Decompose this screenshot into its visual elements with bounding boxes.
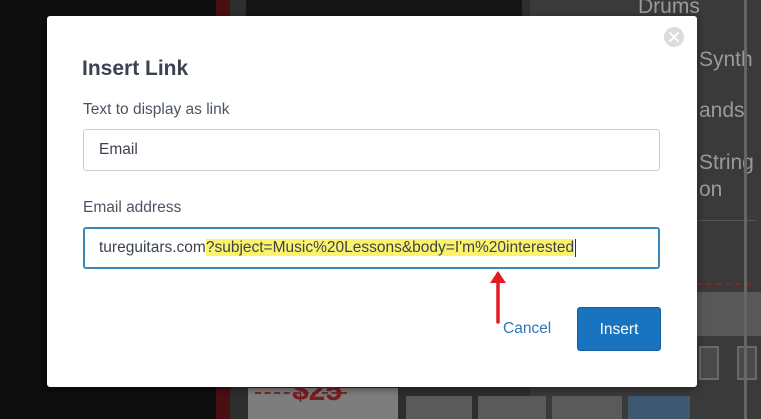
- background-input-block: [697, 292, 761, 336]
- red-arrow-icon: [490, 271, 506, 324]
- email-address-input[interactable]: tureguitars.com?subject=Music%20Lessons&…: [83, 227, 660, 269]
- text-caret: [575, 238, 577, 257]
- screenshot: Drums Synth ands String on $25 Insert Li…: [0, 0, 761, 419]
- email-address-label: Email address: [83, 199, 182, 216]
- background-tile: [628, 396, 690, 419]
- close-button[interactable]: [664, 27, 684, 47]
- background-small-button: [737, 346, 757, 380]
- insert-link-dialog: Insert Link Text to display as link Emai…: [47, 16, 697, 387]
- display-text-input[interactable]: Email: [83, 129, 660, 171]
- background-category-on: on: [699, 178, 723, 201]
- email-address-highlighted-query: ?subject=Music%20Lessons&body=I'm%20inte…: [205, 239, 575, 256]
- close-icon: [669, 32, 679, 42]
- dialog-title: Insert Link: [82, 57, 189, 80]
- background-tile: [552, 396, 622, 419]
- display-text-value: Email: [99, 141, 138, 158]
- background-tile: [478, 396, 546, 419]
- display-text-label: Text to display as link: [83, 101, 230, 118]
- background-small-button: [699, 346, 719, 380]
- background-category-ands: ands: [699, 99, 745, 122]
- background-tile: [406, 396, 472, 419]
- background-scrollbar: [744, 0, 747, 419]
- insert-button[interactable]: Insert: [577, 307, 661, 351]
- cancel-button[interactable]: Cancel: [503, 320, 551, 338]
- background-dashed-line: [696, 283, 751, 285]
- background-header-image: [246, 0, 522, 16]
- background-divider: [696, 220, 756, 221]
- email-address-value: tureguitars.com: [99, 239, 206, 256]
